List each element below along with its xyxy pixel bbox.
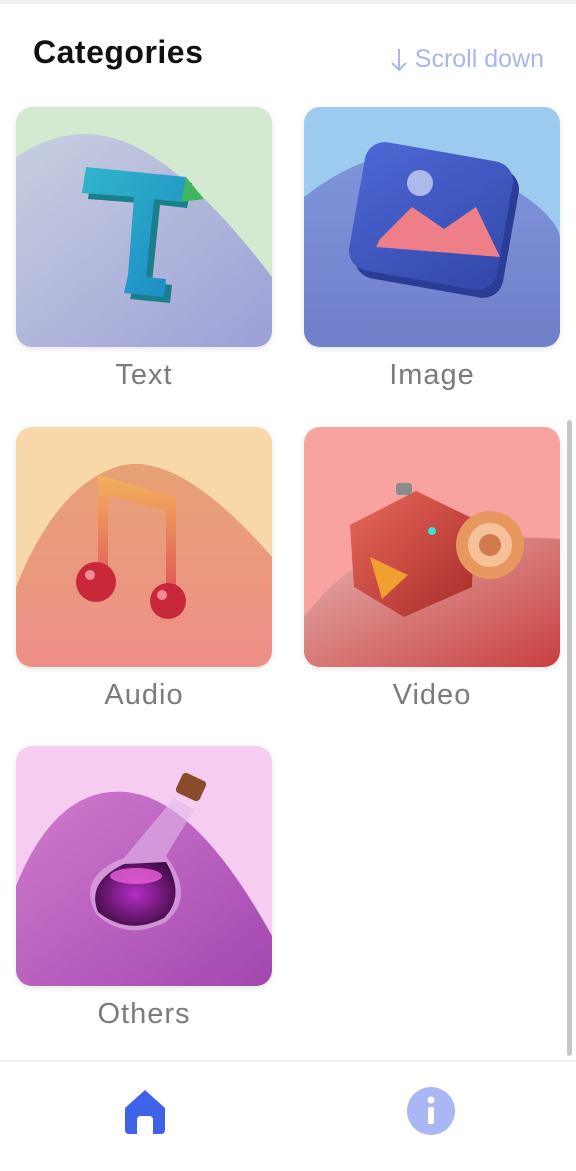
scroll-hint: Scroll down bbox=[389, 45, 544, 74]
category-card-image[interactable]: Image bbox=[304, 107, 560, 392]
scroll-hint-label: Scroll down bbox=[414, 45, 544, 73]
arrow-down-icon bbox=[391, 48, 407, 71]
home-icon bbox=[125, 1090, 165, 1134]
category-tile-others[interactable] bbox=[16, 746, 272, 986]
music-note-3d-icon bbox=[16, 427, 272, 667]
letter-t-3d-icon bbox=[16, 107, 272, 347]
category-label-others: Others bbox=[97, 998, 191, 1030]
category-card-video[interactable]: Video bbox=[304, 427, 560, 712]
category-card-audio[interactable]: Audio bbox=[16, 427, 272, 712]
status-bar-divider bbox=[0, 0, 576, 4]
category-tile-audio[interactable] bbox=[16, 427, 272, 667]
info-icon bbox=[407, 1087, 455, 1135]
category-tile-image[interactable] bbox=[304, 107, 560, 347]
page-title: Categories bbox=[33, 34, 204, 70]
bottom-nav bbox=[0, 1060, 576, 1171]
category-card-text[interactable]: Text bbox=[16, 107, 272, 392]
category-label-text: Text bbox=[115, 359, 173, 391]
image-photo-3d-icon bbox=[304, 107, 560, 347]
category-label-audio: Audio bbox=[104, 679, 184, 711]
category-tile-video[interactable] bbox=[304, 427, 560, 667]
category-card-others[interactable]: Others bbox=[16, 746, 272, 1031]
category-label-video: Video bbox=[392, 679, 472, 711]
video-camera-3d-icon bbox=[304, 427, 560, 667]
nav-home-button[interactable] bbox=[121, 1086, 169, 1136]
scrollbar[interactable] bbox=[567, 420, 572, 1056]
nav-info-button[interactable] bbox=[406, 1086, 456, 1136]
category-label-image: Image bbox=[389, 359, 475, 391]
potion-flask-3d-icon bbox=[16, 746, 272, 986]
category-tile-text[interactable] bbox=[16, 107, 272, 347]
